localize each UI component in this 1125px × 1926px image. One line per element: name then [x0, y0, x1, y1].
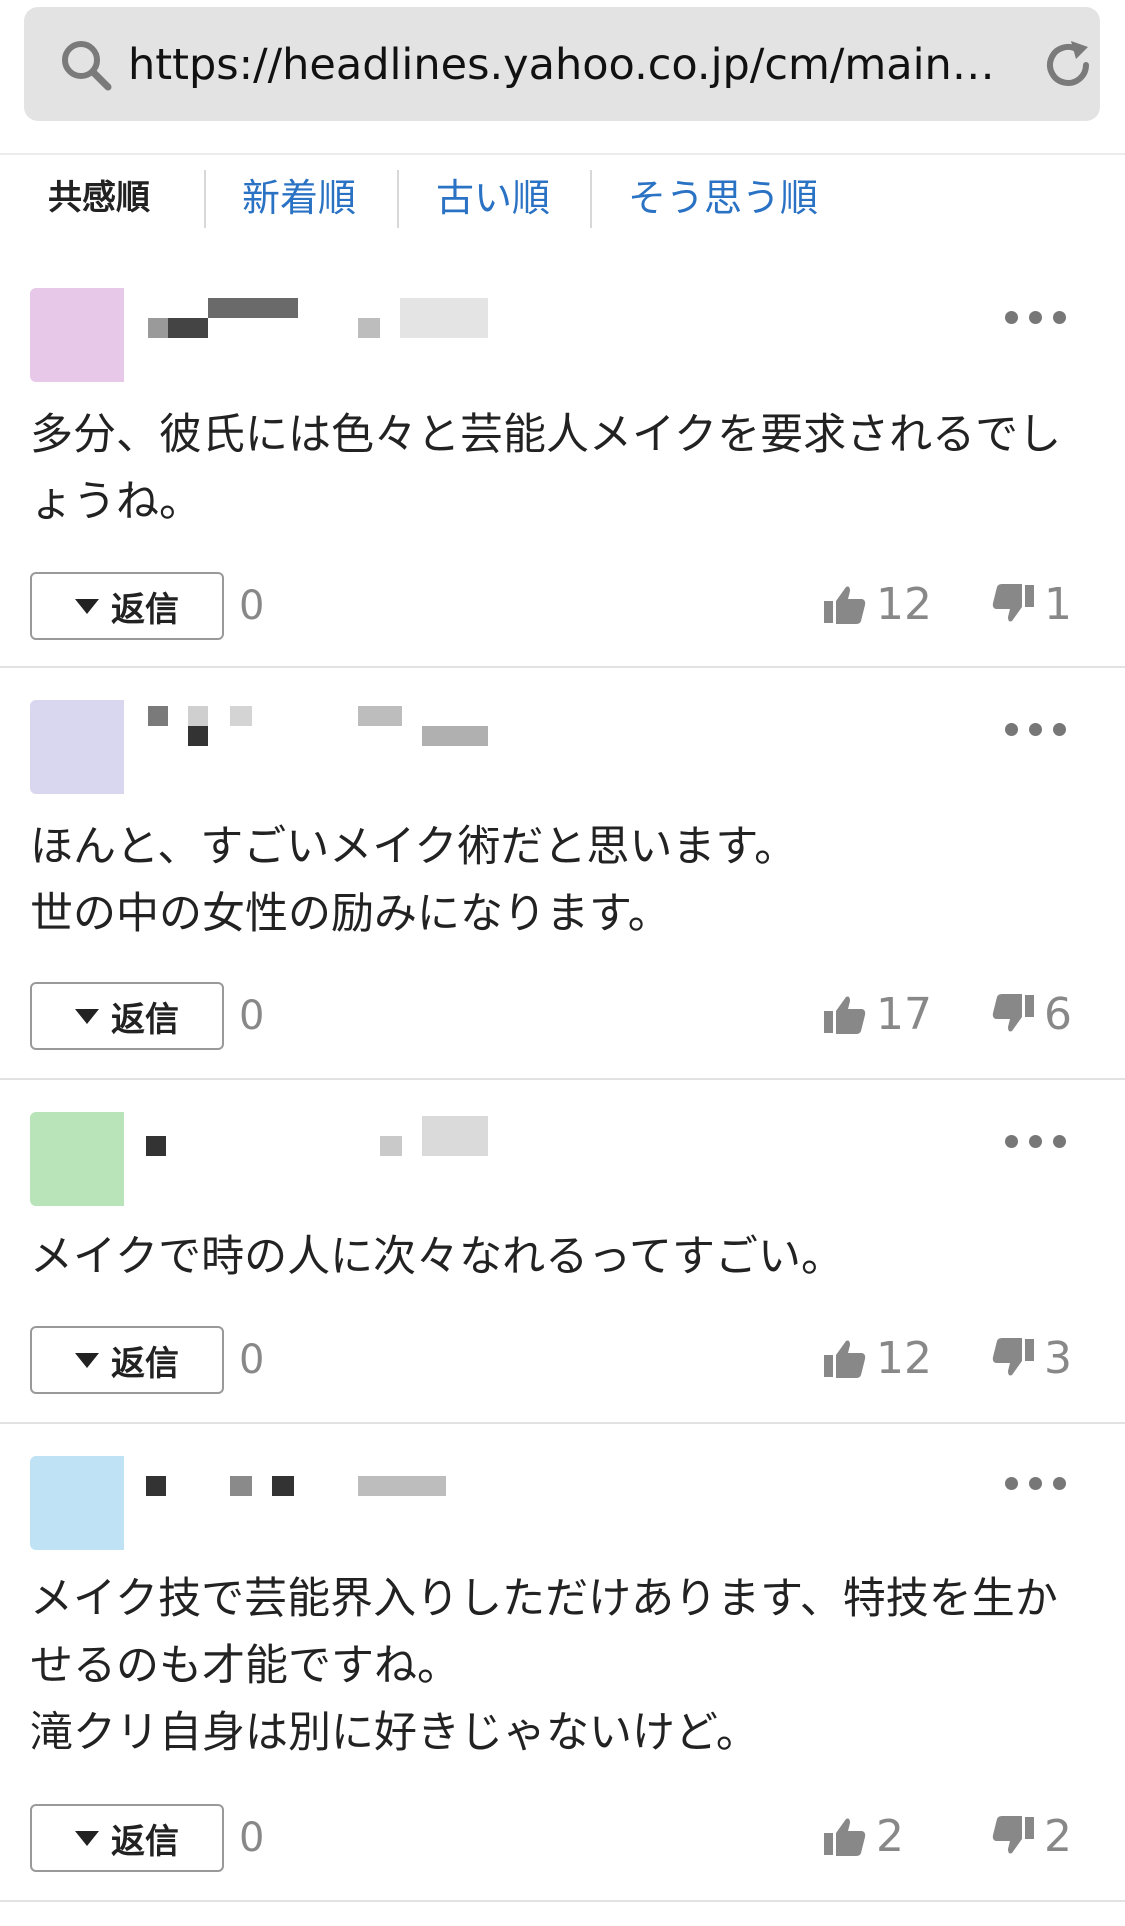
more-options-icon[interactable] — [1005, 718, 1069, 738]
blurred-date — [358, 706, 402, 726]
more-options-icon[interactable] — [1005, 1472, 1069, 1492]
like-count: 2 — [876, 1810, 904, 1862]
thumbs-down-icon — [992, 994, 1034, 1032]
reload-icon[interactable] — [1038, 35, 1098, 95]
reply-button[interactable]: 返信 — [30, 1326, 224, 1394]
blurred-username — [146, 1136, 166, 1156]
thumbs-up-icon — [824, 1818, 866, 1856]
like-button[interactable]: 12 — [822, 570, 932, 638]
blurred-date — [358, 318, 380, 338]
dislike-count: 6 — [1044, 988, 1072, 1040]
like-count: 12 — [876, 1332, 932, 1384]
blurred-username — [148, 706, 168, 726]
divider — [0, 1422, 1125, 1424]
reply-label: 返信 — [111, 999, 179, 1040]
blurred-date — [422, 1116, 488, 1156]
comment-text: ほんと、すごいメイク術だと思います。 世の中の女性の励みになります。 — [30, 822, 798, 939]
thumbs-up-icon — [824, 586, 866, 624]
url-text[interactable]: https://headlines.yahoo.co.jp/cm/main?… — [128, 37, 1008, 93]
reply-button[interactable]: 返信 — [30, 1804, 224, 1872]
reply-count: 0 — [239, 1337, 265, 1383]
dislike-count: 2 — [1044, 1810, 1072, 1862]
blurred-username — [272, 1476, 294, 1496]
comment-text: メイク技で芸能界入りしただけあります、特技を生かせるのも才能ですね。 滝クリ自身… — [30, 1574, 1058, 1758]
tab-divider — [397, 170, 399, 228]
dislike-button[interactable]: 1 — [990, 570, 1072, 638]
divider — [0, 666, 1125, 668]
more-options-icon[interactable] — [1005, 306, 1069, 326]
avatar — [30, 1456, 124, 1550]
dislike-button[interactable]: 3 — [990, 1324, 1072, 1392]
blurred-username — [230, 706, 252, 726]
address-bar[interactable]: https://headlines.yahoo.co.jp/cm/main?… — [24, 7, 1100, 121]
thumbs-down-icon — [992, 584, 1034, 622]
like-button[interactable]: 17 — [822, 980, 932, 1048]
reply-button[interactable]: 返信 — [30, 982, 224, 1050]
sort-tabs: 共感順 新着順 古い順 そう思う順 — [0, 160, 1125, 236]
comment-text: 多分、彼氏には色々と芸能人メイクを要求されるでしょうね。 — [30, 410, 1062, 527]
thumbs-up-icon — [824, 996, 866, 1034]
reply-button[interactable]: 返信 — [30, 572, 224, 640]
blurred-username — [146, 1476, 166, 1496]
thumbs-down-icon — [992, 1338, 1034, 1376]
divider — [0, 1900, 1125, 1902]
blurred-username — [208, 298, 298, 318]
tab-agree-order[interactable]: そう思う順 — [628, 160, 818, 236]
blurred-date — [422, 726, 488, 746]
more-options-icon[interactable] — [1005, 1130, 1069, 1150]
blurred-username — [168, 318, 208, 338]
like-count: 17 — [876, 988, 932, 1040]
dislike-count: 1 — [1044, 578, 1072, 630]
search-icon — [62, 41, 112, 91]
tab-divider — [204, 170, 206, 228]
tab-divider — [590, 170, 592, 228]
dislike-count: 3 — [1044, 1332, 1072, 1384]
like-button[interactable]: 2 — [822, 1802, 904, 1870]
triangle-down-icon — [75, 1830, 99, 1846]
reply-label: 返信 — [111, 589, 179, 630]
dislike-button[interactable]: 6 — [990, 980, 1072, 1048]
reply-label: 返信 — [111, 1821, 179, 1862]
avatar — [30, 700, 124, 794]
divider — [0, 1078, 1125, 1080]
triangle-down-icon — [75, 1352, 99, 1368]
reply-label: 返信 — [111, 1343, 179, 1384]
blurred-date — [358, 1476, 446, 1496]
blurred-date — [400, 298, 488, 338]
avatar — [30, 288, 124, 382]
triangle-down-icon — [75, 1008, 99, 1024]
comment-text: メイクで時の人に次々なれるってすごい。 — [30, 1232, 844, 1282]
triangle-down-icon — [75, 598, 99, 614]
blurred-username — [188, 726, 208, 746]
avatar — [30, 1112, 124, 1206]
tab-oldest-order[interactable]: 古い順 — [436, 160, 550, 236]
blurred-username — [188, 706, 208, 726]
reply-count: 0 — [239, 583, 265, 629]
reply-count: 0 — [239, 993, 265, 1039]
reply-count: 0 — [239, 1815, 265, 1861]
thumbs-up-icon — [824, 1340, 866, 1378]
blurred-username — [230, 1476, 252, 1496]
dislike-button[interactable]: 2 — [990, 1802, 1072, 1870]
thumbs-down-icon — [992, 1816, 1034, 1854]
like-count: 12 — [876, 578, 932, 630]
tab-newest-order[interactable]: 新着順 — [242, 160, 356, 236]
blurred-date — [380, 1136, 402, 1156]
tab-sympathy-order[interactable]: 共感順 — [48, 160, 150, 236]
browser-toolbar: https://headlines.yahoo.co.jp/cm/main?… — [0, 0, 1125, 155]
like-button[interactable]: 12 — [822, 1324, 932, 1392]
